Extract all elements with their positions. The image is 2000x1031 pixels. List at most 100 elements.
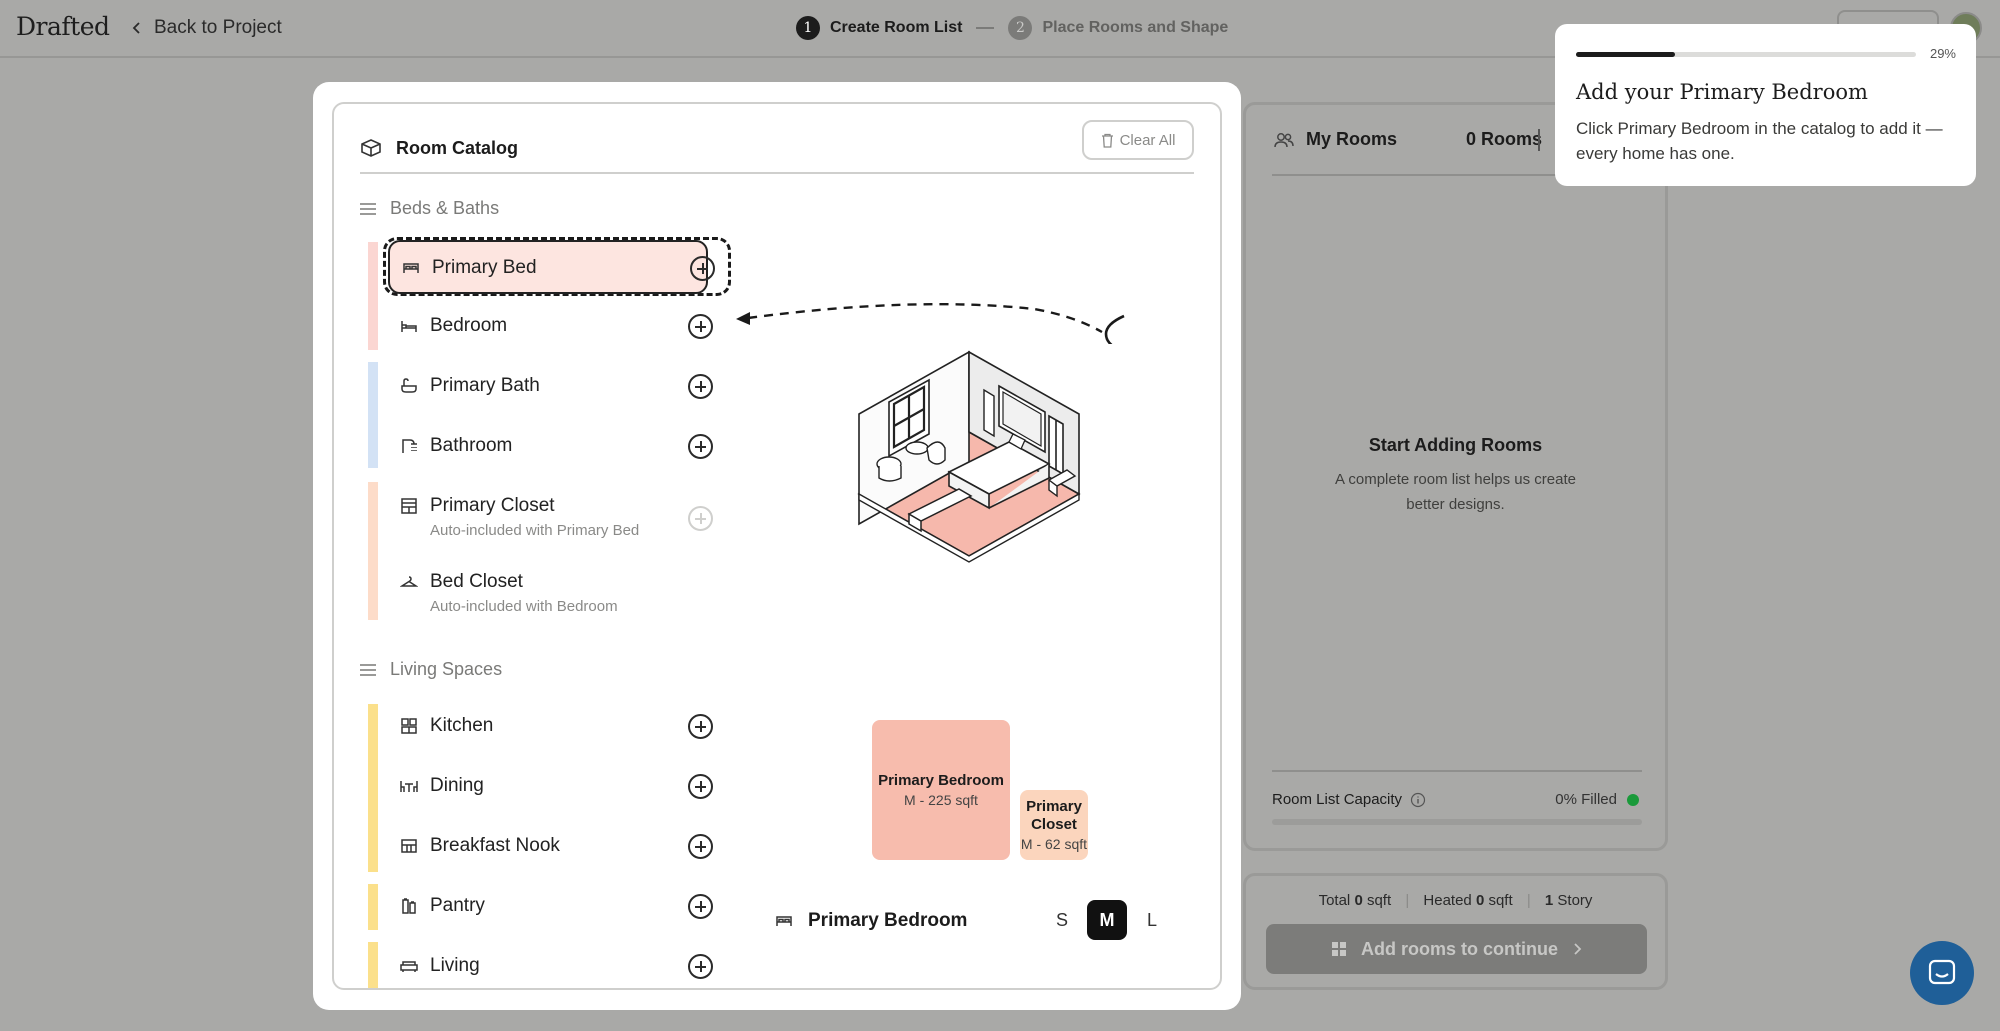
- catalog-item-kitchen[interactable]: Kitchen: [388, 700, 713, 754]
- info-icon[interactable]: [1410, 792, 1426, 808]
- tile-detail: M - 225 sqft: [904, 792, 978, 808]
- section-beds-baths[interactable]: Beds & Baths: [360, 198, 499, 219]
- room-tile-primary-bedroom: Primary Bedroom M - 225 sqft: [872, 720, 1010, 860]
- step-1-number: 1: [796, 16, 820, 40]
- bed-icon: [403, 263, 419, 273]
- living-color-bar: [368, 942, 378, 988]
- capacity-label-text: Room List Capacity: [1272, 791, 1403, 808]
- divider: [1538, 129, 1540, 151]
- chat-button[interactable]: [1910, 941, 1974, 1005]
- bed-color-bar: [368, 242, 378, 350]
- catalog-item-bed-closet[interactable]: Bed Closet Auto-included with Bedroom: [388, 556, 708, 622]
- tooltip-text: Click Primary Bedroom in the catalog to …: [1576, 119, 1943, 163]
- trash-icon: [1101, 133, 1113, 148]
- preview-room-label: Primary Bedroom: [808, 910, 968, 931]
- catalog-item-dining[interactable]: Dining: [388, 760, 713, 814]
- item-label: Bed Closet: [430, 571, 523, 592]
- bath-color-bar: [368, 362, 378, 468]
- onboarding-tooltip: 29% Add your Primary Bedroom Click Prima…: [1555, 24, 1976, 186]
- hanger-icon: [400, 576, 418, 587]
- my-rooms-panel: My Rooms 0 Rooms Start Adding Rooms A co…: [1243, 102, 1668, 851]
- size-s-button[interactable]: S: [1042, 900, 1082, 940]
- logo[interactable]: Drafted: [16, 12, 110, 41]
- heated-value: 0: [1475, 892, 1485, 909]
- tooltip-title: Add your Primary Bedroom: [1576, 80, 1868, 104]
- progress-fill: [1576, 52, 1675, 57]
- menu-lines-icon: [360, 661, 376, 679]
- item-label: Primary Closet: [430, 495, 555, 516]
- section-title: Beds & Baths: [390, 198, 500, 218]
- add-kitchen-button[interactable]: [688, 714, 713, 739]
- step-1-label[interactable]: Create Room List: [830, 19, 962, 37]
- bed-icon: [776, 916, 792, 926]
- dining-icon: [400, 781, 418, 792]
- add-pantry-button[interactable]: [688, 894, 713, 919]
- chevron-right-icon: [1574, 943, 1582, 955]
- catalog-item-primary-bed[interactable]: Primary Bed: [388, 240, 715, 294]
- continue-button[interactable]: Add rooms to continue: [1266, 924, 1647, 974]
- grid-icon: [1332, 942, 1346, 956]
- separator: |: [1405, 892, 1410, 909]
- item-subtext: Auto-included with Bedroom: [430, 598, 618, 615]
- separator: |: [1526, 892, 1531, 909]
- continue-label: Add rooms to continue: [1361, 938, 1558, 959]
- living-color-bar: [368, 704, 378, 872]
- back-to-project-link[interactable]: Back to Project: [132, 17, 282, 39]
- my-rooms-header: My Rooms: [1274, 129, 1397, 150]
- size-l-button[interactable]: L: [1132, 900, 1172, 940]
- add-living-button[interactable]: [688, 954, 713, 979]
- add-bathroom-button[interactable]: [688, 434, 713, 459]
- sofa-icon: [400, 961, 418, 972]
- room-illustration: [857, 350, 1081, 563]
- back-label: Back to Project: [154, 17, 282, 38]
- item-label: Dining: [430, 775, 484, 796]
- item-label: Primary Bed: [432, 257, 537, 278]
- chevron-left-icon: [132, 22, 140, 34]
- catalog-item-living[interactable]: Living: [388, 940, 713, 988]
- step-connector: [976, 27, 995, 29]
- users-icon: [1274, 132, 1294, 147]
- empty-state-title: Start Adding Rooms: [1368, 435, 1543, 455]
- capacity-label: Room List Capacity: [1272, 791, 1426, 808]
- catalog-title: Room Catalog: [396, 138, 519, 158]
- add-dining-button[interactable]: [688, 774, 713, 799]
- step-2-label[interactable]: Place Rooms and Shape: [1042, 19, 1228, 37]
- my-rooms-title: My Rooms: [1306, 129, 1398, 149]
- capacity-bar: [1272, 819, 1642, 825]
- total-unit: sqft: [1366, 892, 1392, 909]
- catalog-header: Room Catalog Clear All: [360, 118, 1194, 174]
- status-dot: [1627, 793, 1639, 806]
- nook-icon: [401, 839, 417, 853]
- bathtub-icon: [401, 378, 417, 393]
- item-subtext: Auto-included with Primary Bed: [430, 522, 640, 539]
- divider: [1272, 770, 1642, 772]
- preview-room-name: Primary Bedroom: [774, 910, 967, 932]
- closet-icon: [401, 498, 417, 514]
- size-m-button[interactable]: M: [1087, 900, 1127, 940]
- totals-summary: Total 0 sqft | Heated 0 sqft | 1 Story: [1246, 892, 1665, 909]
- catalog-item-breakfast-nook[interactable]: Breakfast Nook: [388, 820, 713, 874]
- add-bedroom-button[interactable]: [688, 314, 713, 339]
- section-title: Living Spaces: [390, 659, 503, 679]
- add-primary-closet-button: [688, 506, 713, 531]
- item-label: Bathroom: [430, 435, 513, 456]
- add-breakfast-nook-button[interactable]: [688, 834, 713, 859]
- catalog-item-primary-closet[interactable]: Primary Closet Auto-included with Primar…: [388, 480, 713, 546]
- kitchen-icon: [401, 718, 417, 734]
- capacity-value: 0% Filled: [1555, 791, 1639, 808]
- catalog-item-primary-bath[interactable]: Primary Bath: [388, 360, 713, 414]
- add-primary-bath-button[interactable]: [688, 374, 713, 399]
- story-label: Story: [1557, 892, 1593, 909]
- catalog-item-bedroom[interactable]: Bedroom: [388, 300, 713, 354]
- catalog-item-bathroom[interactable]: Bathroom: [388, 420, 713, 474]
- closet-color-bar: [368, 482, 378, 620]
- clear-all-button[interactable]: Clear All: [1082, 120, 1194, 160]
- item-label: Kitchen: [430, 715, 494, 736]
- section-living-spaces[interactable]: Living Spaces: [360, 659, 502, 680]
- add-primary-bed-button[interactable]: [690, 256, 715, 281]
- bed-icon: [401, 321, 417, 332]
- catalog-item-pantry[interactable]: Pantry: [388, 880, 713, 934]
- item-label: Living: [430, 955, 480, 976]
- guide-arrow: [736, 302, 1125, 344]
- item-label: Primary Bath: [430, 375, 540, 396]
